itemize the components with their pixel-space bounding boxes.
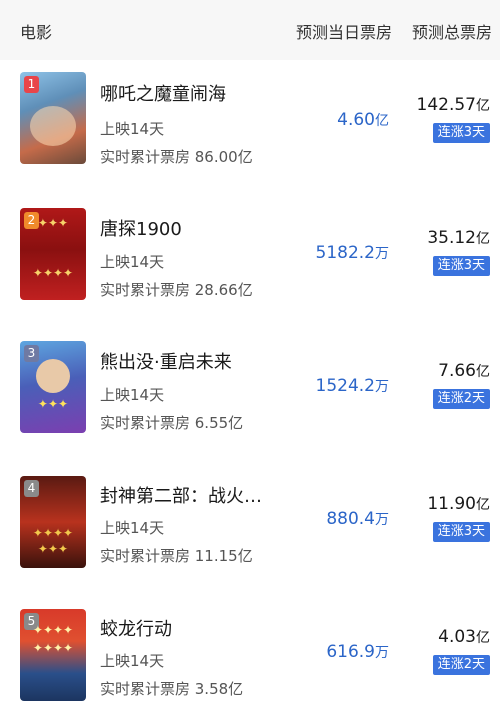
release-days: 上映14天 — [100, 519, 165, 537]
movie-poster[interactable]: 1 — [20, 72, 86, 164]
release-days: 上映14天 — [100, 652, 165, 670]
movie-title[interactable]: 封神第二部：战火… — [100, 482, 262, 508]
daily-forecast: 880.4万 — [326, 509, 389, 529]
total-forecast: 7.66亿 — [438, 361, 490, 381]
total-forecast-value: 7.66 — [438, 361, 476, 381]
poster-art: ✦✦✦✦ — [32, 526, 74, 540]
column-header-movie: 电影 — [20, 23, 53, 42]
total-forecast-unit: 亿 — [476, 98, 490, 114]
release-days: 上映14天 — [100, 386, 165, 404]
release-days: 上映14天 — [100, 253, 165, 271]
total-forecast: 11.90亿 — [427, 494, 490, 514]
poster-art — [36, 359, 70, 393]
cumulative-box-office: 实时累计票房 28.66亿 — [100, 281, 253, 299]
total-forecast: 4.03亿 — [438, 627, 490, 647]
movie-poster[interactable]: 3 ✦✦✦ — [20, 341, 86, 433]
total-forecast: 142.57亿 — [417, 95, 490, 115]
rank-badge: 4 — [24, 480, 39, 497]
daily-forecast-unit: 万 — [375, 379, 389, 395]
rank-badge: 3 — [24, 345, 39, 362]
daily-forecast-unit: 亿 — [375, 113, 389, 129]
daily-forecast-value: 880.4 — [326, 509, 375, 529]
total-forecast-value: 4.03 — [438, 627, 476, 647]
poster-art: ✦✦✦ — [37, 542, 69, 556]
daily-forecast-value: 616.9 — [326, 642, 375, 662]
movie-title[interactable]: 蛟龙行动 — [100, 615, 172, 641]
column-header-total-forecast[interactable]: 预测总票房 — [412, 19, 492, 43]
streak-badge: 连涨3天 — [432, 522, 490, 542]
daily-forecast-unit: 万 — [375, 645, 389, 661]
total-forecast-unit: 亿 — [476, 364, 490, 380]
poster-art: ✦✦✦✦ — [32, 641, 74, 655]
movie-row[interactable]: 5 ✦✦✦✦ ✦✦✦✦ 蛟龙行动 上映14天 实时累计票房 3.58亿 616.… — [0, 592, 500, 725]
poster-art: ✦✦✦ — [37, 397, 69, 411]
total-forecast-value: 11.90 — [427, 494, 476, 514]
release-days: 上映14天 — [100, 120, 165, 138]
total-forecast: 35.12亿 — [427, 228, 490, 248]
poster-art: ✦✦✦✦ — [32, 266, 74, 280]
total-forecast-unit: 亿 — [476, 231, 490, 247]
rank-badge: 1 — [24, 76, 39, 93]
streak-badge: 连涨2天 — [432, 655, 490, 675]
daily-forecast-unit: 万 — [375, 512, 389, 528]
daily-forecast: 4.60亿 — [337, 110, 389, 130]
streak-badge: 连涨3天 — [432, 123, 490, 143]
poster-art — [30, 106, 76, 146]
movie-poster[interactable]: 5 ✦✦✦✦ ✦✦✦✦ — [20, 609, 86, 701]
cumulative-box-office: 实时累计票房 11.15亿 — [100, 547, 253, 565]
daily-forecast-unit: 万 — [375, 246, 389, 262]
total-forecast-unit: 亿 — [476, 630, 490, 646]
streak-badge: 连涨3天 — [432, 256, 490, 276]
cumulative-box-office: 实时累计票房 6.55亿 — [100, 414, 244, 432]
movie-row[interactable]: 4 ✦✦✦✦ ✦✦✦ 封神第二部：战火… 上映14天 实时累计票房 11.15亿… — [0, 459, 500, 592]
column-header-daily-forecast[interactable]: 预测当日票房 — [296, 19, 392, 43]
movie-title[interactable]: 唐探1900 — [100, 215, 182, 241]
movie-poster[interactable]: 4 ✦✦✦✦ ✦✦✦ — [20, 476, 86, 568]
total-forecast-value: 142.57 — [416, 95, 476, 115]
movie-title[interactable]: 哪吒之魔童闹海 — [100, 80, 226, 106]
total-forecast-unit: 亿 — [476, 497, 490, 513]
movie-poster[interactable]: 2 ✦✦✦ ✦✦✦✦ — [20, 208, 86, 300]
daily-forecast: 5182.2万 — [316, 243, 389, 263]
cumulative-box-office: 实时累计票房 86.00亿 — [100, 148, 253, 166]
poster-art: ✦✦✦ — [37, 216, 69, 230]
daily-forecast-value: 1524.2 — [315, 376, 375, 396]
daily-forecast: 1524.2万 — [316, 376, 389, 396]
movie-row[interactable]: 1 哪吒之魔童闹海 上映14天 实时累计票房 86.00亿 4.60亿 142.… — [0, 60, 500, 193]
daily-forecast-value: 4.60 — [337, 110, 375, 130]
streak-badge: 连涨2天 — [432, 389, 490, 409]
daily-forecast-value: 5182.2 — [315, 243, 375, 263]
poster-art: ✦✦✦✦ — [32, 623, 74, 637]
cumulative-box-office: 实时累计票房 3.58亿 — [100, 680, 244, 698]
daily-forecast: 616.9万 — [326, 642, 389, 662]
total-forecast-value: 35.12 — [427, 228, 476, 248]
movie-row[interactable]: 2 ✦✦✦ ✦✦✦✦ 唐探1900 上映14天 实时累计票房 28.66亿 51… — [0, 193, 500, 326]
movie-title[interactable]: 熊出没·重启未来 — [100, 348, 232, 374]
movie-row[interactable]: 3 ✦✦✦ 熊出没·重启未来 上映14天 实时累计票房 6.55亿 1524.2… — [0, 326, 500, 459]
table-header: 电影 预测当日票房 预测总票房 — [0, 0, 500, 60]
